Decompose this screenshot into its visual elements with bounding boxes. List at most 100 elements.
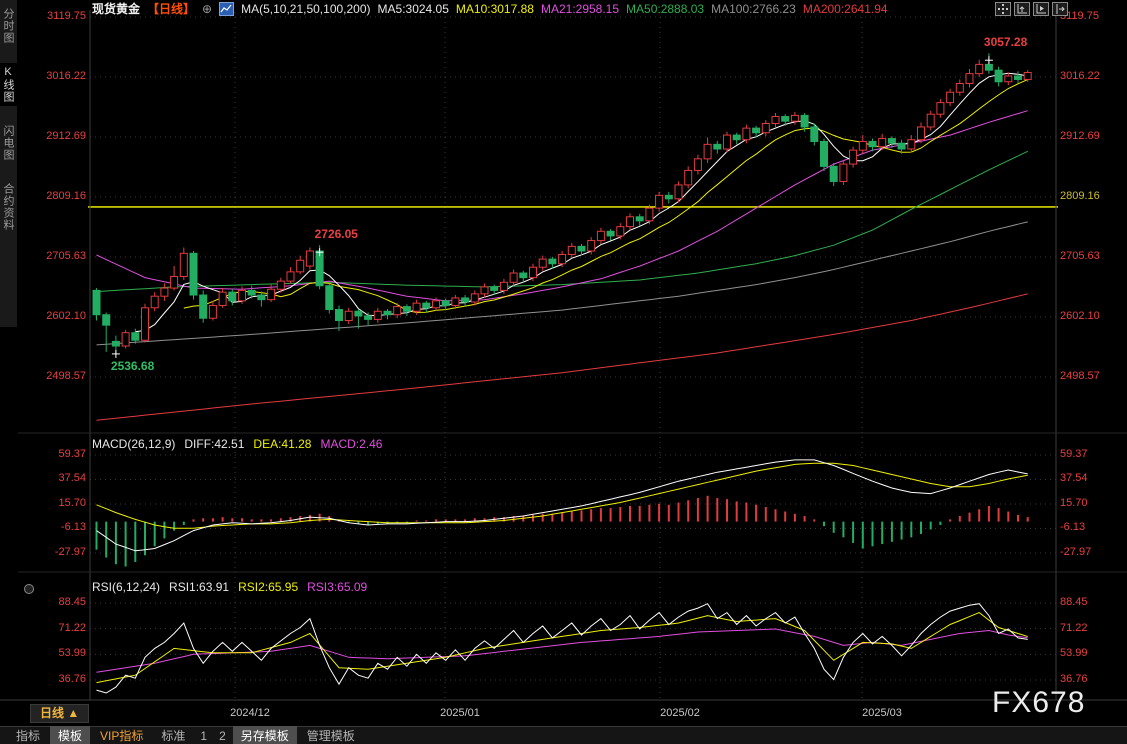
ma-indicator-icon[interactable] [219,2,234,16]
candle-body [326,286,333,310]
bottom-toolbar: 指标 模板 VIP指标 标准 1 2 另存模板 管理模板 [0,726,1127,744]
candle-body [685,170,692,184]
candle-body [636,217,643,221]
candle-body [937,103,944,115]
candle-body [704,144,711,158]
sidebar-item-time-chart[interactable]: 分时图 [0,5,17,47]
candle-body [209,305,216,318]
candle-body [248,290,255,295]
candle-body [840,164,847,181]
candle-body [384,311,391,314]
tab-indicators[interactable]: 指标 [8,726,48,744]
candle-body [287,272,294,281]
series-line [97,151,1028,291]
ma200-value-label: MA200:2641.94 [803,2,888,16]
x-axis-label-feb: 2025/02 [660,707,700,719]
sidebar-item-kline-chart[interactable]: K线图 [0,63,17,106]
ma50-value-label: MA50:2888.03 [626,2,704,16]
macd-diff-label: DIFF:42.51 [184,437,244,451]
candle-body [578,246,585,251]
candle-body [588,241,595,251]
candle-body [471,294,478,302]
candle-body [93,290,100,314]
tab-save-template[interactable]: 另存模板 [233,726,297,744]
period-selector[interactable]: 日线 ▲ [30,704,89,723]
candle-body [966,74,973,84]
candle-body [316,251,323,286]
rsi1-label: RSI1:63.91 [169,580,229,594]
candle-body [879,139,886,147]
candle-body [568,246,575,254]
rsi-settings-icon[interactable] [24,584,34,594]
rsi2-label: RSI2:65.95 [238,580,298,594]
candle-body [976,64,983,73]
candle-body [433,301,440,308]
candle-body [869,141,876,146]
tab-vip-indicators[interactable]: VIP指标 [92,726,151,744]
tab-slot-2[interactable]: 2 [214,728,231,744]
macd-macd-label: MACD:2.46 [320,437,382,451]
x-axis-label-dec: 2024/12 [230,707,270,719]
candle-body [733,135,740,140]
candle-body [743,128,750,140]
candle-body [229,292,236,301]
candle-body [811,127,818,141]
candle-body [1005,76,1012,82]
sidebar-item-contract-info[interactable]: 合约资料 [0,180,17,234]
x-axis-label-jan: 2025/01 [440,707,480,719]
candle-body [985,64,992,70]
candle-body [1015,76,1022,79]
sidebar: 分时图 K线图 闪电图 合约资料 [0,0,17,327]
candle-body [306,251,313,266]
scale-axis-icon[interactable] [1014,2,1030,16]
layout-grid-icon[interactable] [995,2,1011,16]
compare-icon[interactable]: ⊕ [202,2,212,16]
candle-body [142,308,149,340]
candle-body [112,341,119,346]
series-line [97,222,1028,345]
tab-standard[interactable]: 标准 [153,726,193,744]
macd-dea-label: DEA:41.28 [253,437,311,451]
candle-body [355,311,362,316]
candle-body [103,315,110,325]
macd-panel-header: MACD(26,12,9) DIFF:42.51 DEA:41.28 MACD:… [92,437,382,451]
candle-body [549,259,556,264]
candle-body [607,231,614,236]
candle-body [888,139,895,144]
candle-body [617,227,624,236]
trading-app-window: 3119.753119.753016.223016.222912.692912.… [0,0,1127,744]
rsi-title: RSI(6,12,24) [92,580,160,594]
candle-body [374,311,381,319]
candle-body [947,92,954,102]
candle-body [724,135,731,149]
candle-body [394,307,401,315]
candle-body [122,333,129,346]
candle-body [200,295,207,318]
sidebar-item-flash-chart[interactable]: 闪电图 [0,122,17,164]
candle-body [656,195,663,208]
chart-canvas[interactable] [0,0,1127,744]
candle-body [830,166,837,181]
ma21-value-label: MA21:2958.15 [541,2,619,16]
tab-templates[interactable]: 模板 [50,726,90,744]
candle-body [297,260,304,272]
tab-slot-1[interactable]: 1 [195,728,212,744]
candle-body [403,307,410,312]
candle-body [219,292,226,305]
ma-group-label: MA(5,10,21,50,100,200) [241,2,370,16]
symbol-title: 现货黄金 [92,0,140,17]
candle-body [995,70,1002,82]
candle-body [665,195,672,198]
candle-body [791,115,798,121]
candle-body [530,267,537,277]
play-forward-icon[interactable] [1033,2,1049,16]
candle-body [714,144,721,149]
candle-body [180,253,187,276]
candle-body [753,128,760,133]
tab-manage-templates[interactable]: 管理模板 [299,726,363,744]
candle-body [597,231,604,240]
candle-body [491,287,498,290]
jump-latest-icon[interactable] [1052,2,1068,16]
fx678-watermark: FX678 [992,686,1085,720]
candle-body [627,217,634,227]
